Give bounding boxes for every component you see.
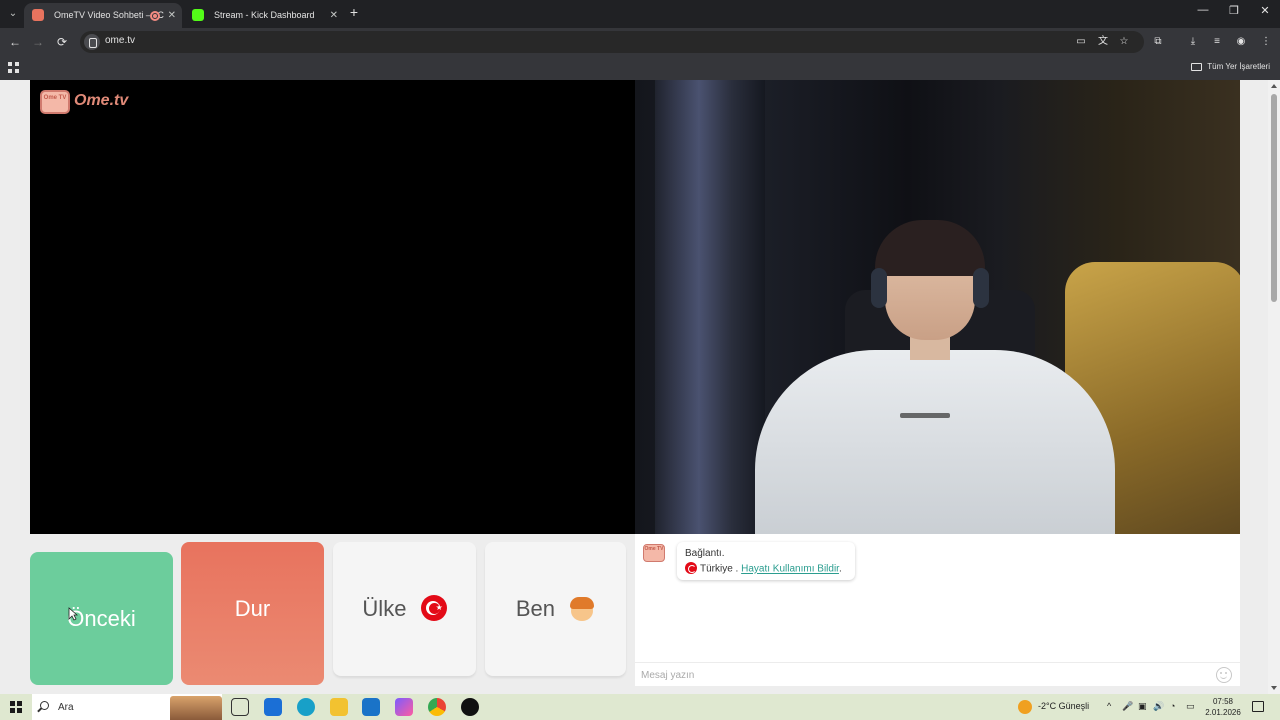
- emoji-picker-icon[interactable]: [1216, 667, 1232, 683]
- page-content: Ome TV Ome.tv Önceki Dur Ülke ★ Ben Ome …: [0, 80, 1280, 694]
- task-view-icon[interactable]: [231, 698, 249, 716]
- logo-text: Ome.tv: [74, 92, 129, 109]
- close-window-button[interactable]: ✕: [1256, 4, 1274, 17]
- tab-ometv[interactable]: OmeTV Video Sohbeti — C ✕: [24, 3, 182, 28]
- connection-status: Bağlantı.: [685, 548, 725, 559]
- remote-video: [635, 80, 1240, 534]
- new-tab-button[interactable]: +: [346, 4, 362, 20]
- turkey-flag-icon: ★: [420, 595, 447, 622]
- browser-toolbar: ← → ⟳ ome.tv ▭ 文 ☆ ⧉ ⤓ ≡ ◉ ⋮: [0, 28, 1280, 56]
- taskbar-search[interactable]: Ara: [32, 694, 222, 720]
- volume-icon[interactable]: 🔊: [1153, 701, 1164, 712]
- stop-label: Dur: [234, 596, 271, 621]
- clock-date: 2.01.2026: [1205, 708, 1241, 717]
- tab-kick-dashboard[interactable]: Stream - Kick Dashboard ✕: [184, 3, 344, 28]
- report-suffix: .: [838, 563, 842, 575]
- tab-title: OmeTV Video Sohbeti — C: [54, 10, 164, 20]
- chrome-icon[interactable]: [428, 698, 446, 716]
- page-scrollbar[interactable]: [1268, 80, 1280, 694]
- extensions-icon[interactable]: ⧉: [1151, 35, 1165, 49]
- tray-app-icon[interactable]: ▣: [1138, 701, 1147, 712]
- windows-start-icon[interactable]: [10, 701, 22, 713]
- reload-button[interactable]: ⟳: [53, 33, 71, 51]
- report-abuse-link[interactable]: Hayatı Kullanımı Bildir: [741, 564, 839, 575]
- tray-chevron-icon[interactable]: ^: [1107, 701, 1111, 711]
- copilot-icon[interactable]: [395, 698, 413, 716]
- address-bar[interactable]: ome.tv: [80, 31, 1144, 53]
- star-icon[interactable]: ☆: [1117, 35, 1131, 49]
- recording-indicator-icon: [150, 11, 160, 21]
- system-clock[interactable]: 07:58 2.01.2026: [1203, 696, 1243, 718]
- headphone-right: [973, 268, 989, 308]
- stop-button[interactable]: Dur: [181, 542, 324, 685]
- chat-panel: Ome TV Bağlantı. Türkiye . Hayatı Kullan…: [635, 534, 1240, 686]
- minimize-button[interactable]: —: [1194, 4, 1212, 16]
- profile-icon[interactable]: ◉: [1234, 35, 1248, 49]
- all-bookmarks-label: Tüm Yer İşaretleri: [1207, 62, 1270, 71]
- weather-sun-icon[interactable]: [1018, 700, 1032, 714]
- menu-icon[interactable]: ⋮: [1259, 35, 1273, 49]
- clock-time: 07:58: [1212, 697, 1234, 706]
- all-bookmarks-button[interactable]: Tüm Yer İşaretleri: [1191, 62, 1270, 71]
- microsoft-store-icon[interactable]: [264, 698, 282, 716]
- ometv-favicon-icon: [32, 9, 44, 21]
- scrollbar-thumb[interactable]: [1271, 94, 1277, 302]
- search-label: Ara: [58, 702, 74, 713]
- url-text: ome.tv: [105, 35, 136, 46]
- edge-icon[interactable]: [297, 698, 315, 716]
- windows-taskbar: Ara -2°C Güneşli ^ 🎤 ▣ 🔊 ◔ ▭ 07:58 2.01.…: [0, 694, 1280, 720]
- country-label: Ülke: [362, 596, 407, 621]
- obs-icon[interactable]: [461, 698, 479, 716]
- download-icon[interactable]: ⤓: [1186, 35, 1200, 49]
- chat-input-bar: [635, 662, 1240, 686]
- forward-button[interactable]: →: [29, 33, 47, 51]
- microphone-icon[interactable]: 🎤: [1122, 701, 1133, 712]
- restore-button[interactable]: ❐: [1225, 4, 1243, 17]
- logo-tv-icon: Ome TV: [40, 90, 70, 114]
- kick-favicon-icon: [192, 9, 204, 21]
- cast-icon[interactable]: ▭: [1074, 35, 1088, 49]
- shirt-print: [900, 413, 950, 418]
- chat-ometv-icon: Ome TV: [643, 544, 665, 562]
- translate-icon[interactable]: 文: [1096, 35, 1110, 49]
- tab-close-icon[interactable]: ✕: [330, 3, 338, 28]
- partner-info: Türkiye . Hayatı Kullanımı Bildir.: [685, 562, 842, 575]
- partner-country: Türkiye .: [700, 563, 739, 575]
- network-icon[interactable]: ◔: [1170, 701, 1175, 711]
- site-info-icon[interactable]: [84, 34, 100, 50]
- weather-text[interactable]: -2°C Güneşli: [1038, 701, 1089, 711]
- tab-title: Stream - Kick Dashboard: [214, 10, 315, 20]
- search-icon: [40, 701, 49, 710]
- tab-strip: ⌄ OmeTV Video Sohbeti — C ✕ Stream - Kic…: [0, 0, 1280, 28]
- back-button[interactable]: ←: [6, 33, 24, 51]
- scroll-down-icon[interactable]: [1271, 686, 1277, 690]
- tab-search-button[interactable]: ⌄: [4, 5, 22, 23]
- mouse-cursor-icon: [68, 607, 78, 621]
- bookmarks-bar: Tüm Yer İşaretleri: [0, 56, 1280, 80]
- file-explorer-icon[interactable]: [330, 698, 348, 716]
- turkey-flag-icon: [685, 562, 697, 574]
- system-message: Bağlantı. Türkiye . Hayatı Kullanımı Bil…: [677, 542, 855, 580]
- boy-emoji-icon: [569, 595, 595, 622]
- me-label: Ben: [515, 596, 556, 621]
- notifications-icon[interactable]: [1252, 701, 1264, 712]
- outlook-icon[interactable]: [362, 698, 380, 716]
- tab-close-icon[interactable]: ✕: [168, 3, 176, 28]
- me-gender-button[interactable]: Ben: [485, 542, 626, 676]
- scroll-up-icon[interactable]: [1271, 84, 1277, 88]
- media-icon[interactable]: ≡: [1210, 35, 1224, 49]
- video-person-hair: [875, 220, 985, 276]
- video-person-body: [755, 350, 1115, 534]
- video-curtain: [655, 80, 765, 534]
- apps-grid-icon[interactable]: [8, 62, 19, 73]
- headphone-left: [871, 268, 887, 308]
- local-video: Ome TV Ome.tv: [30, 80, 635, 534]
- folder-icon: [1191, 63, 1203, 71]
- display-icon[interactable]: ▭: [1186, 701, 1195, 712]
- previous-button[interactable]: Önceki: [30, 552, 173, 685]
- search-highlight-image: [170, 696, 222, 720]
- country-filter-button[interactable]: Ülke ★: [333, 542, 476, 676]
- message-input[interactable]: [641, 667, 1201, 683]
